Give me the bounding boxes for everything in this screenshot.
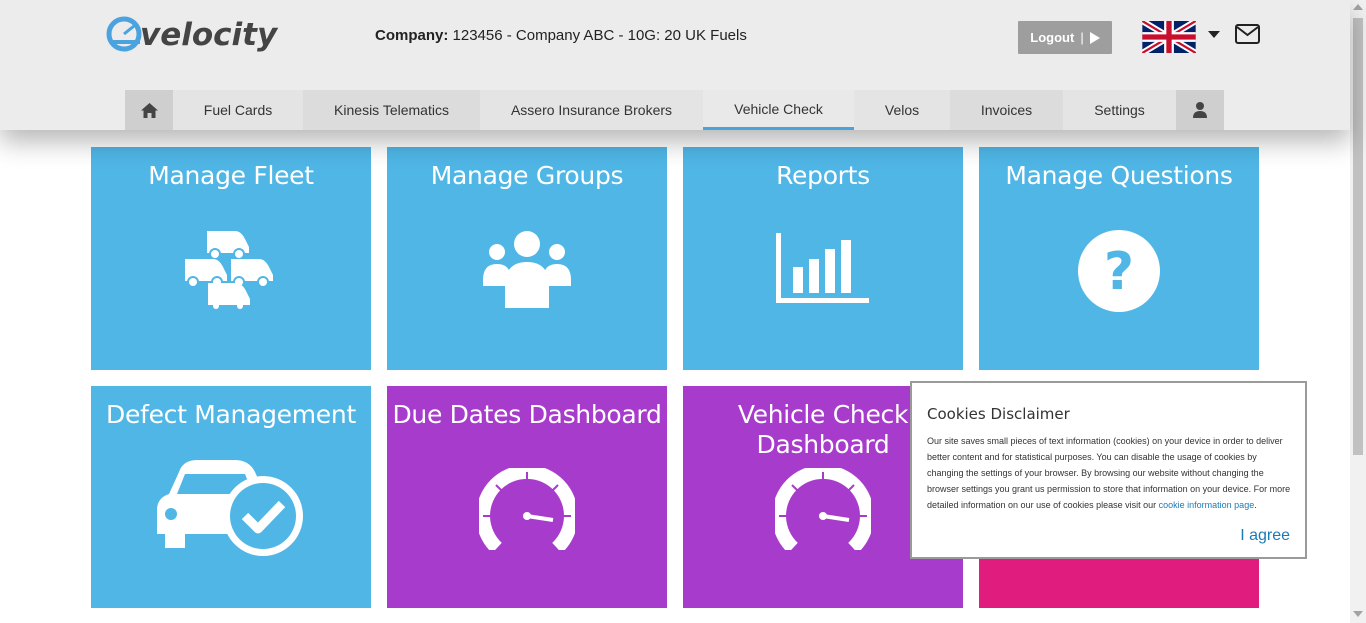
header: velocity Company: 123456 - Company ABC -… bbox=[0, 0, 1350, 130]
cookie-info-link[interactable]: cookie information page bbox=[1159, 500, 1255, 510]
scrollbar[interactable] bbox=[1350, 0, 1366, 623]
cookie-title: Cookies Disclaimer bbox=[927, 405, 1070, 423]
nav-label: Kinesis Telematics bbox=[334, 102, 449, 118]
tile-title: Manage Groups bbox=[430, 161, 624, 190]
tile-title-line2: Dashboard bbox=[756, 430, 890, 459]
uk-flag-icon[interactable] bbox=[1142, 21, 1196, 53]
nav-label: Invoices bbox=[980, 102, 1033, 118]
nav-invoices[interactable]: Invoices bbox=[950, 90, 1063, 130]
logout-separator: | bbox=[1080, 30, 1084, 45]
tile-manage-groups[interactable]: Manage Groups bbox=[387, 147, 667, 370]
bar-chart-icon bbox=[776, 233, 869, 303]
user-icon bbox=[1193, 102, 1207, 118]
vans-icon bbox=[185, 231, 273, 309]
tile-title: Manage Fleet bbox=[148, 161, 314, 190]
logout-label: Logout bbox=[1030, 30, 1075, 45]
nav-label: Vehicle Check bbox=[734, 101, 823, 117]
nav-assero-insurance[interactable]: Assero Insurance Brokers bbox=[480, 90, 703, 130]
tile-title: Manage Questions bbox=[1005, 161, 1233, 190]
nav-velos[interactable]: Velos bbox=[854, 90, 950, 130]
svg-text:?: ? bbox=[1104, 242, 1134, 302]
mail-icon[interactable] bbox=[1235, 24, 1260, 44]
tile-due-dates-dashboard[interactable]: Due Dates Dashboard bbox=[387, 386, 667, 608]
cookie-body: Our site saves small pieces of text info… bbox=[927, 433, 1291, 513]
nav-vehicle-check[interactable]: Vehicle Check bbox=[703, 90, 854, 130]
tile-title-line1: Vehicle Check bbox=[737, 400, 909, 429]
company-label: Company: bbox=[375, 27, 449, 44]
play-icon bbox=[1089, 31, 1100, 44]
nav-fuel-cards[interactable]: Fuel Cards bbox=[173, 90, 303, 130]
language-dropdown-icon[interactable] bbox=[1208, 31, 1220, 38]
scroll-up-arrow-icon[interactable] bbox=[1353, 4, 1363, 10]
nav-home[interactable] bbox=[125, 90, 173, 130]
cookie-text: Our site saves small pieces of text info… bbox=[927, 436, 1291, 510]
logout-button[interactable]: Logout | bbox=[1018, 21, 1112, 54]
nav-settings[interactable]: Settings bbox=[1063, 90, 1176, 130]
speedometer-icon bbox=[479, 468, 575, 550]
company-value: 123456 - Company ABC - 10G: 20 UK Fuels bbox=[452, 27, 747, 44]
speedometer-icon bbox=[775, 468, 871, 550]
scroll-thumb[interactable] bbox=[1353, 18, 1363, 455]
company-info: Company: 123456 - Company ABC - 10G: 20 … bbox=[375, 27, 747, 44]
agree-button[interactable]: I agree bbox=[1240, 527, 1290, 545]
question-icon: ? bbox=[1078, 230, 1160, 312]
cookie-disclaimer-dialog: Cookies Disclaimer Our site saves small … bbox=[910, 381, 1307, 559]
nav-label: Fuel Cards bbox=[203, 102, 273, 118]
home-icon bbox=[140, 102, 158, 118]
cookie-link-suffix: . bbox=[1254, 500, 1257, 510]
tile-reports[interactable]: Reports bbox=[683, 147, 963, 370]
main-nav: Fuel Cards Kinesis Telematics Assero Ins… bbox=[125, 90, 1224, 130]
users-group-icon bbox=[483, 231, 571, 308]
nav-label: Settings bbox=[1094, 102, 1145, 118]
tile-title: Due Dates Dashboard bbox=[392, 400, 662, 429]
nav-kinesis-telematics[interactable]: Kinesis Telematics bbox=[303, 90, 480, 130]
logo-text: velocity bbox=[140, 17, 279, 53]
tile-title: Reports bbox=[776, 161, 870, 190]
nav-user[interactable] bbox=[1176, 90, 1224, 130]
nav-label: Assero Insurance Brokers bbox=[510, 102, 673, 118]
scroll-down-arrow-icon[interactable] bbox=[1353, 611, 1363, 617]
nav-label: Velos bbox=[884, 102, 920, 118]
tile-manage-questions[interactable]: Manage Questions ? bbox=[979, 147, 1259, 370]
tile-manage-fleet[interactable]: Manage Fleet bbox=[91, 147, 371, 370]
tile-defect-management[interactable]: Defect Management bbox=[91, 386, 371, 608]
car-check-icon bbox=[157, 460, 303, 556]
tile-title: Defect Management bbox=[106, 400, 356, 429]
velocity-logo[interactable]: velocity bbox=[104, 12, 286, 56]
